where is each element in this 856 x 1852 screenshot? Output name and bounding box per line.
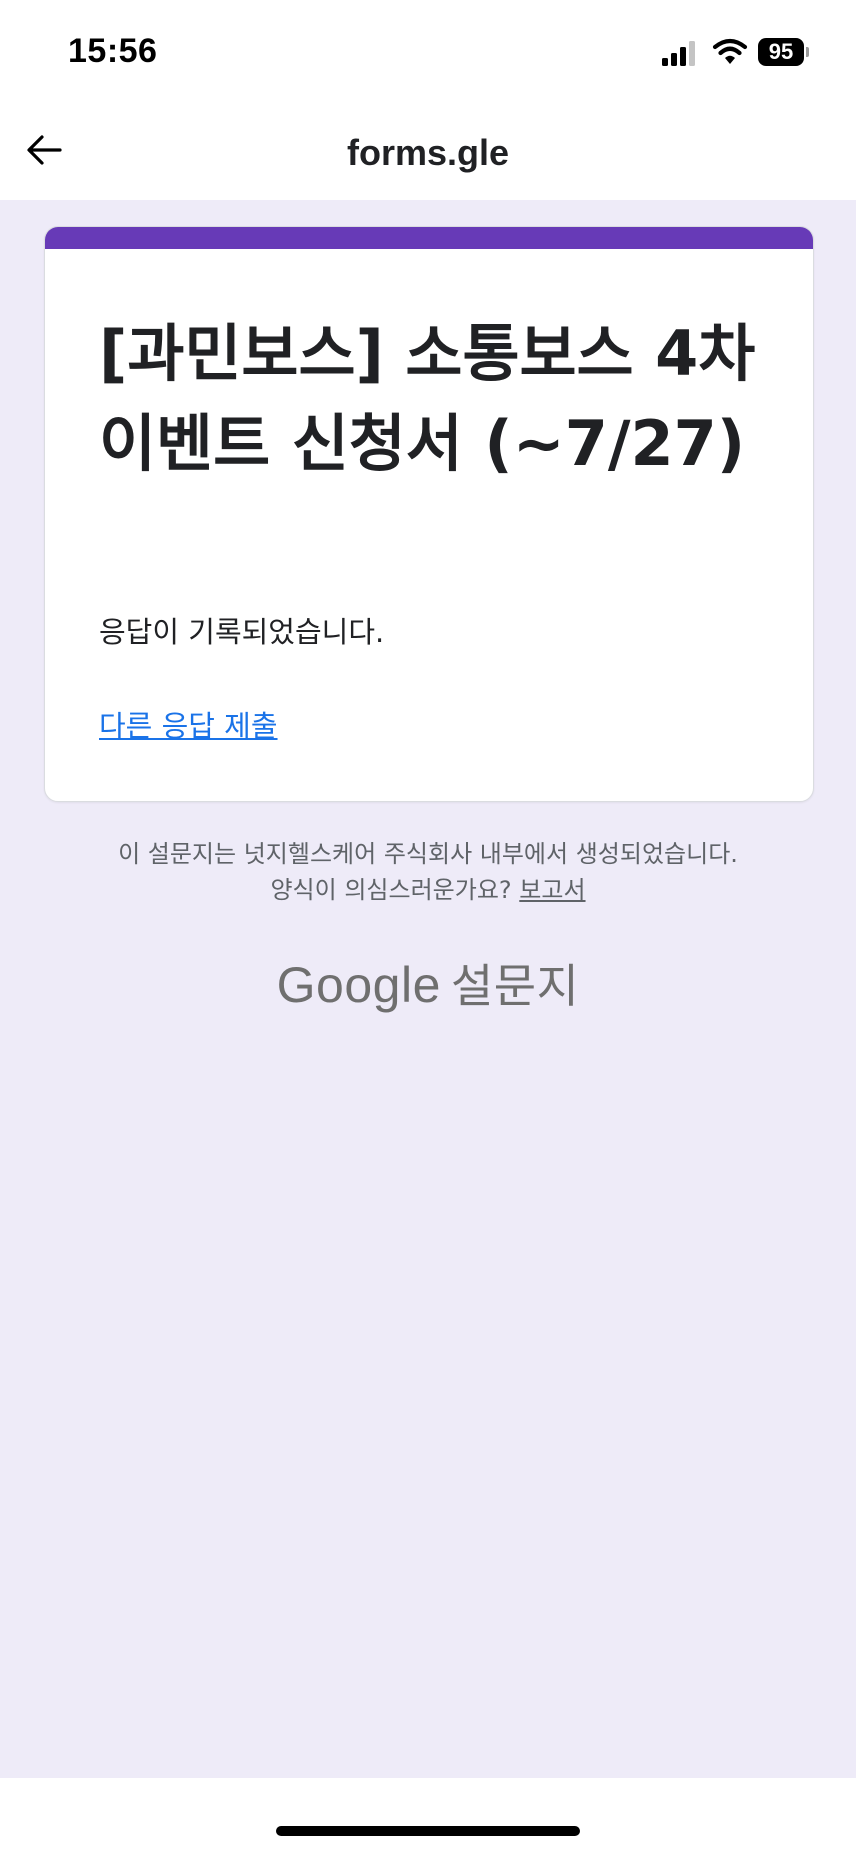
page-url-title: forms.gle <box>346 132 510 173</box>
wifi-icon <box>712 38 748 64</box>
status-bar: 15:56 95 <box>0 0 856 108</box>
confirmation-message: 응답이 기록되었습니다. <box>99 615 385 649</box>
brand-product: 설문지 <box>450 959 580 1013</box>
submit-another-response-link[interactable]: 다른 응답 제출 <box>99 703 278 745</box>
suspicious-prompt: 양식이 의심스러운가요? <box>270 876 512 904</box>
response-card: [과민보스] 소통보스 4차 이벤트 신청서 (~7/27) 응답이 기록되었습… <box>44 226 814 802</box>
bottom-bar <box>0 1778 856 1852</box>
browser-nav-bar: forms.gle <box>0 108 856 200</box>
brand-google: Google <box>276 957 441 1013</box>
status-time: 15:56 <box>68 32 158 70</box>
form-footer-note: 이 설문지는 넛지헬스케어 주식회사 내부에서 생성되었습니다. 양식이 의심스… <box>0 836 856 908</box>
battery-indicator: 95 <box>758 38 810 68</box>
form-page: [과민보스] 소통보스 4차 이벤트 신청서 (~7/27) 응답이 기록되었습… <box>0 200 856 1778</box>
google-forms-logo[interactable]: Google 설문지 <box>0 950 856 1016</box>
form-title: [과민보스] 소통보스 4차 이벤트 신청서 (~7/27) <box>99 317 756 480</box>
cellular-signal-icon <box>662 41 695 66</box>
battery-level: 95 <box>758 38 804 66</box>
card-accent-bar <box>45 227 813 249</box>
report-link[interactable]: 보고서 <box>519 876 585 904</box>
home-indicator[interactable] <box>276 1826 580 1836</box>
battery-cap <box>806 47 809 57</box>
created-by-note: 이 설문지는 넛지헬스케어 주식회사 내부에서 생성되었습니다. <box>118 840 738 868</box>
